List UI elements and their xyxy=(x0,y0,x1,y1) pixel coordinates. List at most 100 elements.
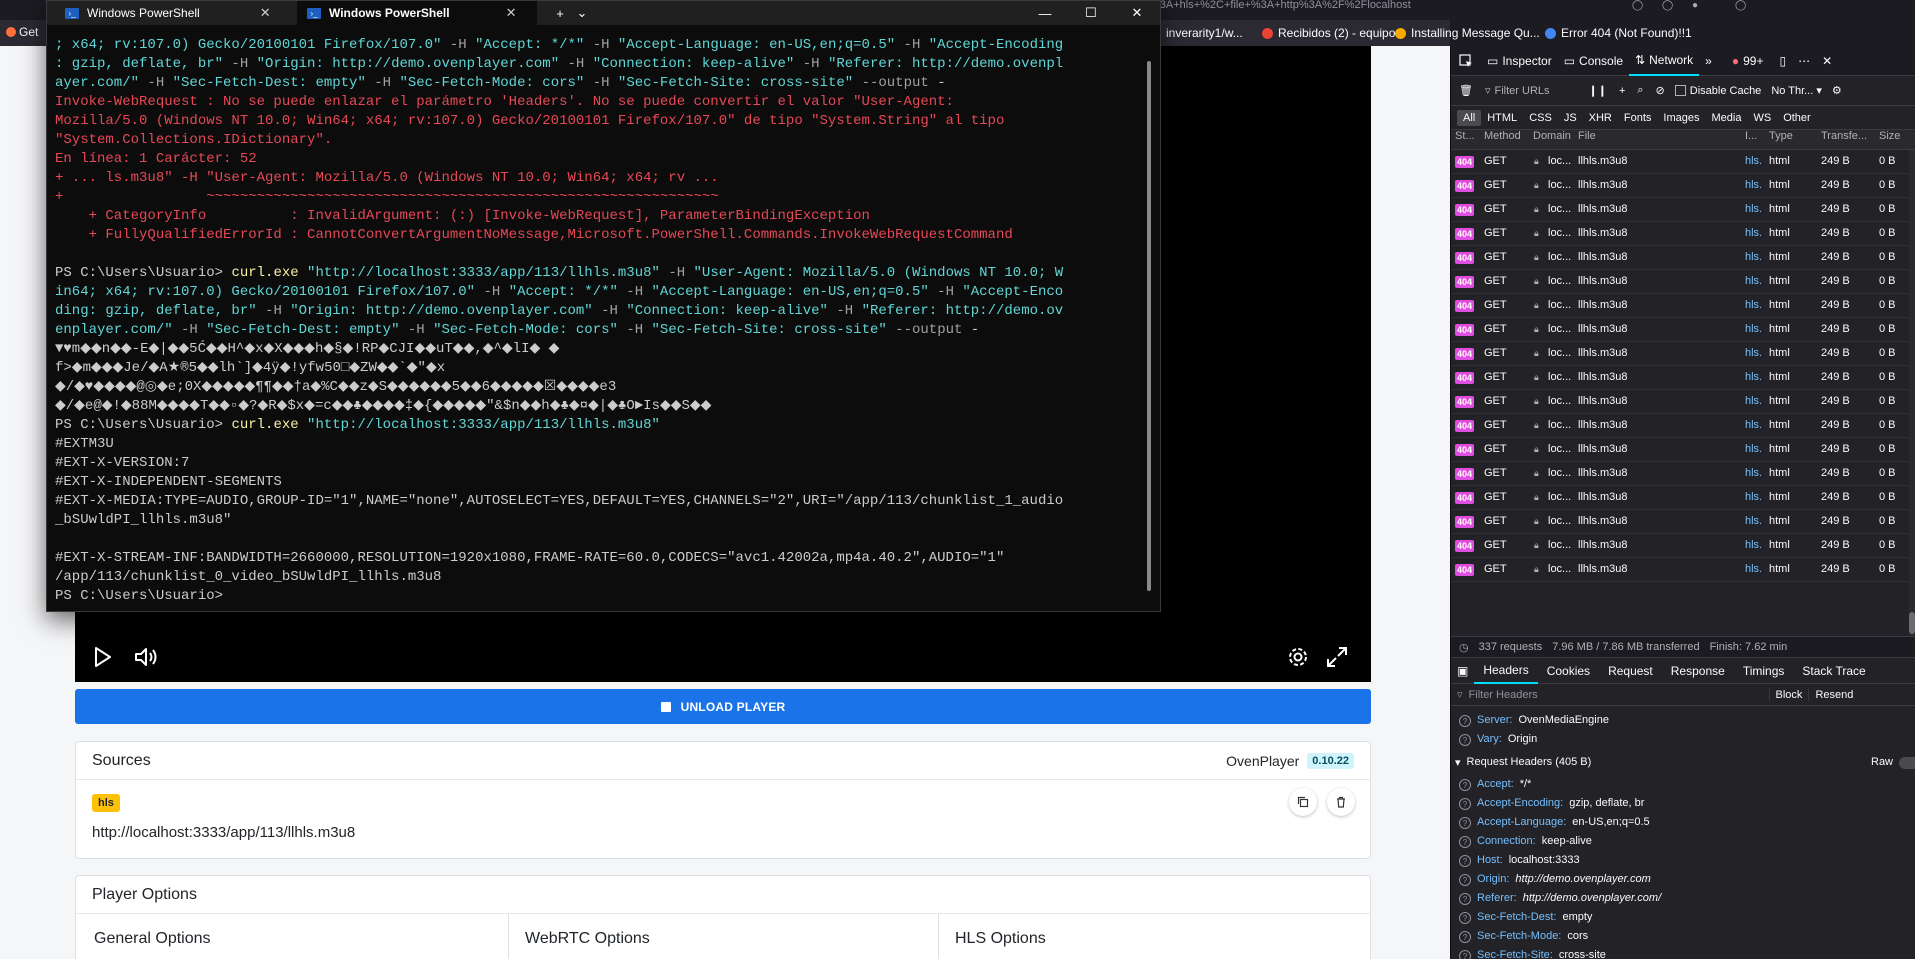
column-size[interactable]: Size xyxy=(1879,130,1900,142)
bookmark-item[interactable]: Error 404 (Not Found)!!1 xyxy=(1545,24,1692,42)
request-initiator[interactable]: hls. xyxy=(1745,342,1765,365)
toggle-sidebar-icon[interactable]: ▣ xyxy=(1451,658,1474,684)
browser-extension-icon[interactable]: ◯ xyxy=(1662,0,1682,12)
column-file[interactable]: File xyxy=(1578,130,1596,142)
network-request-row[interactable]: 404 GET 🔒︎ loc... llhls.m3u8 hls. html 249 B 0 B xyxy=(1451,510,1915,534)
network-request-row[interactable]: 404 GET 🔒︎ loc... llhls.m3u8 hls. html 249 B 0 B xyxy=(1451,486,1915,510)
network-request-row[interactable]: 404 GET 🔒︎ loc... llhls.m3u8 hls. html 249 B 0 B xyxy=(1451,198,1915,222)
gear-icon[interactable] xyxy=(1286,645,1310,669)
network-request-row[interactable]: 404 GET 🔒︎ loc... llhls.m3u8 hls. html 249 B 0 B xyxy=(1451,270,1915,294)
type-filter-other[interactable]: Other xyxy=(1777,110,1817,126)
tab-inspector[interactable]: ▭ Inspector xyxy=(1481,46,1558,76)
disable-cache-checkbox[interactable]: Disable Cache xyxy=(1671,85,1766,97)
type-filter-media[interactable]: Media xyxy=(1705,110,1747,126)
close-tab-icon[interactable]: ✕ xyxy=(506,5,517,21)
network-list-scrollbar[interactable] xyxy=(1909,150,1915,636)
detail-tab-headers[interactable]: Headers xyxy=(1474,658,1538,684)
volume-icon[interactable] xyxy=(133,645,161,669)
trash-icon[interactable]: 🗑 xyxy=(1451,84,1481,97)
terminal-tab[interactable]: ›_ Windows PowerShell ✕ xyxy=(55,1,295,25)
help-icon[interactable]: ? xyxy=(1459,734,1471,746)
column-status[interactable]: St... xyxy=(1455,130,1475,142)
filter-headers-input[interactable]: Filter Headers xyxy=(1469,689,1769,701)
throttle-select[interactable]: No Thr... ▾ xyxy=(1765,84,1828,97)
help-icon[interactable]: ? xyxy=(1459,798,1471,810)
request-initiator[interactable]: hls. xyxy=(1745,222,1765,245)
play-icon[interactable] xyxy=(91,645,115,669)
filter-urls-input[interactable]: Filter URLs xyxy=(1495,85,1583,97)
network-request-row[interactable]: 404 GET 🔒︎ loc... llhls.m3u8 hls. html 249 B 0 B xyxy=(1451,558,1915,582)
resend-button[interactable]: Resend xyxy=(1808,688,1859,701)
profile-icon[interactable]: ● xyxy=(1692,0,1712,12)
request-initiator[interactable]: hls. xyxy=(1745,558,1765,581)
network-request-row[interactable]: 404 GET 🔒︎ loc... llhls.m3u8 hls. html 249 B 0 B xyxy=(1451,414,1915,438)
request-initiator[interactable]: hls. xyxy=(1745,150,1765,173)
terminal-scrollbar[interactable] xyxy=(1147,61,1151,591)
network-request-row[interactable]: 404 GET 🔒︎ loc... llhls.m3u8 hls. html 249 B 0 B xyxy=(1451,294,1915,318)
help-icon[interactable]: ? xyxy=(1459,817,1471,829)
delete-source-button[interactable] xyxy=(1327,788,1355,816)
type-filter-xhr[interactable]: XHR xyxy=(1583,110,1618,126)
column-domain[interactable]: Domain xyxy=(1533,130,1571,142)
help-icon[interactable]: ? xyxy=(1459,836,1471,848)
column-transferred[interactable]: Transfe... xyxy=(1821,130,1867,142)
type-filter-js[interactable]: JS xyxy=(1558,110,1583,126)
close-devtools-icon[interactable]: ✕ xyxy=(1816,46,1838,76)
more-tabs-icon[interactable]: » xyxy=(1699,46,1718,76)
type-filter-css[interactable]: CSS xyxy=(1523,110,1558,126)
browser-menu-icon[interactable]: ◯ xyxy=(1735,0,1755,12)
column-initiator[interactable]: I... xyxy=(1745,130,1757,142)
request-initiator[interactable]: hls. xyxy=(1745,246,1765,269)
detail-tab-cookies[interactable]: Cookies xyxy=(1538,658,1599,684)
tab-dropdown-button[interactable]: ⌄ xyxy=(567,1,597,25)
request-initiator[interactable]: hls. xyxy=(1745,438,1765,461)
network-request-row[interactable]: 404 GET 🔒︎ loc... llhls.m3u8 hls. html 249 B 0 B xyxy=(1451,366,1915,390)
network-request-row[interactable]: 404 GET 🔒︎ loc... llhls.m3u8 hls. html 249 B 0 B xyxy=(1451,174,1915,198)
terminal-output[interactable]: ; x64; rv:107.0) Gecko/20100101 Firefox/… xyxy=(55,36,1140,606)
network-request-row[interactable]: 404 GET 🔒︎ loc... llhls.m3u8 hls. html 249 B 0 B xyxy=(1451,318,1915,342)
bookmark-item[interactable]: inverarity1/w... xyxy=(1150,24,1243,42)
request-initiator[interactable]: hls. xyxy=(1745,198,1765,221)
block-button[interactable]: Block xyxy=(1768,688,1809,701)
request-headers-section[interactable]: ▾ Request Headers (405 B) xyxy=(1455,756,1591,769)
tab-network[interactable]: ⇅ Network xyxy=(1629,46,1700,76)
plus-icon[interactable]: + xyxy=(1613,85,1631,97)
request-initiator[interactable]: hls. xyxy=(1745,534,1765,557)
fullscreen-icon[interactable] xyxy=(1325,645,1349,669)
help-icon[interactable]: ? xyxy=(1459,931,1471,943)
bookmark-item[interactable]: Get xyxy=(6,25,38,39)
help-icon[interactable]: ? xyxy=(1459,855,1471,867)
bookmark-item[interactable]: Recibidos (2) - equipo... xyxy=(1262,24,1405,42)
responsive-mode-icon[interactable]: ▯ xyxy=(1773,46,1792,76)
help-icon[interactable]: ? xyxy=(1459,950,1471,959)
request-initiator[interactable]: hls. xyxy=(1745,366,1765,389)
detail-tab-response[interactable]: Response xyxy=(1662,658,1734,684)
search-icon[interactable]: ⌕ xyxy=(1631,84,1649,97)
browser-extension-icon[interactable]: ◯ xyxy=(1632,0,1652,12)
network-request-row[interactable]: 404 GET 🔒︎ loc... llhls.m3u8 hls. html 249 B 0 B xyxy=(1451,390,1915,414)
request-initiator[interactable]: hls. xyxy=(1745,414,1765,437)
column-method[interactable]: Method xyxy=(1484,130,1521,142)
detail-tab-request[interactable]: Request xyxy=(1599,658,1662,684)
powershell-window[interactable]: ›_ Windows PowerShell ✕ ›_ Windows Power… xyxy=(46,0,1161,612)
network-request-row[interactable]: 404 GET 🔒︎ loc... llhls.m3u8 hls. html 249 B 0 B xyxy=(1451,222,1915,246)
terminal-tab-active[interactable]: ›_ Windows PowerShell ✕ xyxy=(297,1,537,25)
detail-tab-timings[interactable]: Timings xyxy=(1734,658,1794,684)
help-icon[interactable]: ? xyxy=(1459,779,1471,791)
devtools-menu-icon[interactable]: ⋯ xyxy=(1792,46,1816,76)
request-initiator[interactable]: hls. xyxy=(1745,270,1765,293)
help-icon[interactable]: ? xyxy=(1459,715,1471,727)
network-request-row[interactable]: 404 GET 🔒︎ loc... llhls.m3u8 hls. html 249 B 0 B xyxy=(1451,462,1915,486)
request-initiator[interactable]: hls. xyxy=(1745,174,1765,197)
request-initiator[interactable]: hls. xyxy=(1745,510,1765,533)
close-window-button[interactable]: ✕ xyxy=(1114,1,1160,25)
close-tab-icon[interactable]: ✕ xyxy=(260,5,271,21)
request-initiator[interactable]: hls. xyxy=(1745,294,1765,317)
type-filter-all[interactable]: All xyxy=(1457,109,1482,126)
gear-icon[interactable]: ⚙ xyxy=(1828,84,1846,97)
detail-tab-stack-trace[interactable]: Stack Trace xyxy=(1793,658,1874,684)
pause-icon[interactable]: ❙❙ xyxy=(1583,84,1613,97)
bookmark-item[interactable]: Installing Message Qu... xyxy=(1395,24,1540,42)
unload-player-button[interactable]: UNLOAD PLAYER xyxy=(75,689,1371,724)
help-icon[interactable]: ? xyxy=(1459,874,1471,886)
